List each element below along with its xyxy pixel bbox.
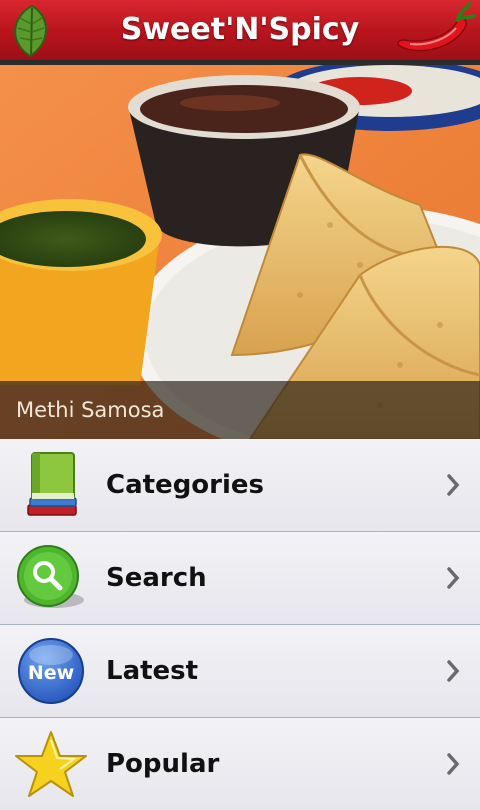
menu-item-search[interactable]: Search [0,532,480,625]
new-badge-icon: New [18,638,84,704]
books-icon [27,452,77,516]
menu-item-categories[interactable]: Categories [0,439,480,532]
menu-item-latest[interactable]: New Latest [0,625,480,718]
app-screen: Sweet'N'Spicy Methi Samosa Categories Se… [0,0,480,810]
menu-item-label: Categories [106,470,265,500]
chevron-right-icon [447,567,460,589]
chevron-right-icon [447,474,460,496]
menu-item-label: Latest [106,656,199,686]
star-icon [15,731,87,797]
main-menu-list: Categories Search New Latest Popular [0,439,480,810]
app-header: Sweet'N'Spicy [0,0,480,65]
menu-item-label: Search [106,563,207,593]
featured-caption-bar: Methi Samosa [0,381,480,439]
magnifier-icon [17,545,84,608]
featured-recipe-banner[interactable]: Methi Samosa [0,65,480,439]
chevron-right-icon [447,660,460,682]
featured-recipe-name: Methi Samosa [16,398,165,422]
chevron-right-icon [447,753,460,775]
menu-item-popular[interactable]: Popular [0,718,480,810]
new-badge-text: New [28,662,74,684]
chili-pepper-icon [397,2,476,52]
menu-item-label: Popular [106,749,220,779]
